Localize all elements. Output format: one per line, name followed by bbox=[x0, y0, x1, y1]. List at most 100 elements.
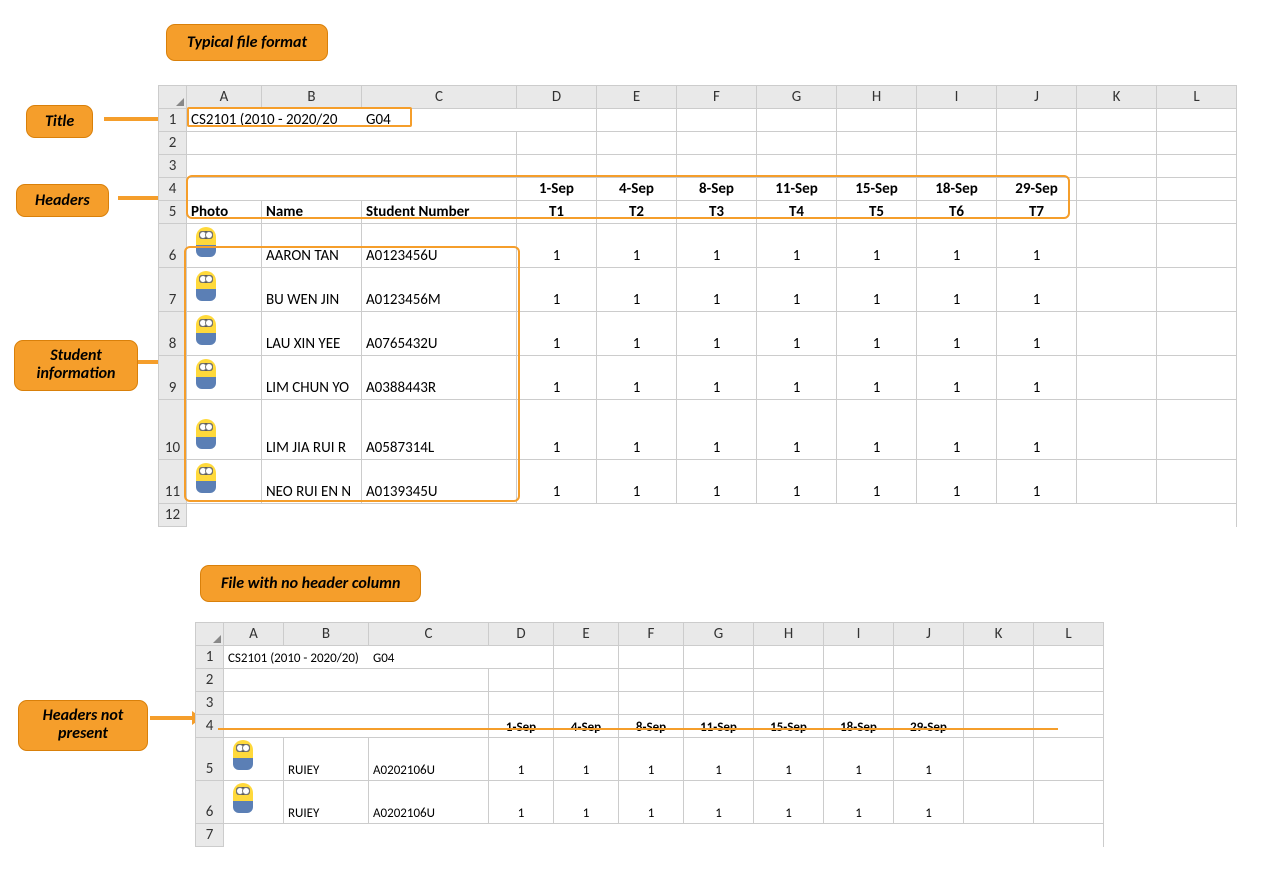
cell[interactable] bbox=[597, 109, 677, 132]
cell-attendance[interactable]: 1 bbox=[554, 781, 619, 824]
cell-attendance[interactable]: 1 bbox=[757, 356, 837, 400]
cell-student-number[interactable]: A0123456U bbox=[362, 224, 517, 268]
cell[interactable] bbox=[997, 109, 1077, 132]
cell[interactable] bbox=[517, 155, 597, 178]
select-all-corner[interactable] bbox=[196, 623, 224, 646]
cell[interactable] bbox=[684, 646, 754, 669]
col-header[interactable]: K bbox=[1077, 86, 1157, 109]
cell-header-photo[interactable]: Photo bbox=[187, 201, 262, 224]
row-header[interactable]: 7 bbox=[159, 268, 187, 312]
cell[interactable] bbox=[964, 692, 1034, 715]
cell[interactable] bbox=[917, 109, 997, 132]
col-header[interactable]: C bbox=[362, 86, 517, 109]
cell-name[interactable]: LAU XIN YEE bbox=[262, 312, 362, 356]
col-header[interactable]: B bbox=[284, 623, 369, 646]
cell[interactable] bbox=[489, 646, 554, 669]
cell[interactable] bbox=[677, 132, 757, 155]
cell-name[interactable]: LIM CHUN YO bbox=[262, 356, 362, 400]
col-header[interactable]: H bbox=[837, 86, 917, 109]
cell[interactable] bbox=[187, 178, 262, 201]
cell-attendance[interactable]: 1 bbox=[597, 356, 677, 400]
row-header[interactable]: 12 bbox=[159, 504, 187, 527]
cell[interactable] bbox=[262, 178, 362, 201]
cell-attendance[interactable]: 1 bbox=[597, 312, 677, 356]
cell-attendance[interactable]: 1 bbox=[997, 224, 1077, 268]
cell-attendance[interactable]: 1 bbox=[757, 312, 837, 356]
cell[interactable] bbox=[757, 155, 837, 178]
cell-attendance[interactable]: 1 bbox=[837, 400, 917, 460]
cell[interactable] bbox=[1077, 155, 1157, 178]
cell-title[interactable]: CS2101 (2010 - 2020/20 bbox=[187, 109, 362, 132]
cell[interactable] bbox=[997, 155, 1077, 178]
cell-header-name[interactable]: Name bbox=[262, 201, 362, 224]
row-header[interactable]: 6 bbox=[196, 781, 224, 824]
cell[interactable] bbox=[1077, 268, 1157, 312]
col-header[interactable]: I bbox=[824, 623, 894, 646]
cell[interactable] bbox=[1034, 715, 1104, 738]
col-header[interactable]: D bbox=[489, 623, 554, 646]
cell-attendance[interactable]: 1 bbox=[917, 400, 997, 460]
cell-attendance[interactable]: 1 bbox=[597, 224, 677, 268]
cell[interactable] bbox=[917, 132, 997, 155]
cell[interactable] bbox=[684, 669, 754, 692]
cell[interactable] bbox=[1157, 224, 1237, 268]
cell-attendance[interactable]: 1 bbox=[997, 312, 1077, 356]
cell[interactable] bbox=[619, 669, 684, 692]
cell[interactable] bbox=[964, 738, 1034, 781]
cell-name[interactable]: BU WEN JIN bbox=[262, 268, 362, 312]
cell[interactable] bbox=[1034, 824, 1104, 847]
cell-date[interactable]: 4-Sep bbox=[597, 178, 677, 201]
cell-attendance[interactable]: 1 bbox=[917, 356, 997, 400]
cell-student-number[interactable]: A0202106U bbox=[369, 738, 489, 781]
col-header[interactable]: L bbox=[1034, 623, 1104, 646]
cell[interactable] bbox=[964, 669, 1034, 692]
cell[interactable] bbox=[369, 715, 489, 738]
col-header[interactable]: C bbox=[369, 623, 489, 646]
cell[interactable] bbox=[1034, 669, 1104, 692]
cell[interactable] bbox=[187, 504, 262, 527]
cell[interactable] bbox=[224, 692, 284, 715]
cell[interactable] bbox=[837, 155, 917, 178]
cell-attendance[interactable]: 1 bbox=[684, 738, 754, 781]
cell-photo[interactable] bbox=[224, 738, 284, 781]
col-header[interactable]: L bbox=[1157, 86, 1237, 109]
cell[interactable] bbox=[1077, 460, 1157, 504]
cell-header-t[interactable]: T4 bbox=[757, 201, 837, 224]
cell-name[interactable]: RUIEY bbox=[284, 781, 369, 824]
cell-attendance[interactable]: 1 bbox=[677, 312, 757, 356]
cell-attendance[interactable]: 1 bbox=[917, 312, 997, 356]
cell[interactable] bbox=[824, 669, 894, 692]
col-header[interactable]: B bbox=[262, 86, 362, 109]
cell[interactable] bbox=[362, 132, 517, 155]
cell[interactable] bbox=[369, 824, 489, 847]
row-header[interactable]: 4 bbox=[196, 715, 224, 738]
cell[interactable] bbox=[362, 155, 517, 178]
cell-attendance[interactable]: 1 bbox=[517, 312, 597, 356]
cell-attendance[interactable]: 1 bbox=[917, 460, 997, 504]
cell-date[interactable]: 4-Sep bbox=[554, 715, 619, 738]
row-header[interactable]: 5 bbox=[159, 201, 187, 224]
col-header[interactable]: G bbox=[684, 623, 754, 646]
cell-attendance[interactable]: 1 bbox=[824, 781, 894, 824]
row-header[interactable]: 2 bbox=[159, 132, 187, 155]
row-header[interactable]: 6 bbox=[159, 224, 187, 268]
cell[interactable] bbox=[224, 824, 284, 847]
cell[interactable] bbox=[757, 109, 837, 132]
cell-attendance[interactable]: 1 bbox=[754, 781, 824, 824]
cell-attendance[interactable]: 1 bbox=[757, 268, 837, 312]
row-header[interactable]: 7 bbox=[196, 824, 224, 847]
cell[interactable] bbox=[1077, 132, 1157, 155]
row-header[interactable]: 10 bbox=[159, 400, 187, 460]
cell[interactable] bbox=[1157, 109, 1237, 132]
cell[interactable] bbox=[1077, 178, 1157, 201]
cell[interactable] bbox=[1034, 738, 1104, 781]
cell[interactable] bbox=[224, 715, 284, 738]
cell-date[interactable]: 15-Sep bbox=[837, 178, 917, 201]
cell[interactable] bbox=[894, 669, 964, 692]
cell[interactable] bbox=[187, 155, 262, 178]
cell[interactable] bbox=[677, 155, 757, 178]
cell-attendance[interactable]: 1 bbox=[837, 356, 917, 400]
cell-attendance[interactable]: 1 bbox=[677, 460, 757, 504]
cell-attendance[interactable]: 1 bbox=[517, 268, 597, 312]
cell[interactable] bbox=[964, 715, 1034, 738]
